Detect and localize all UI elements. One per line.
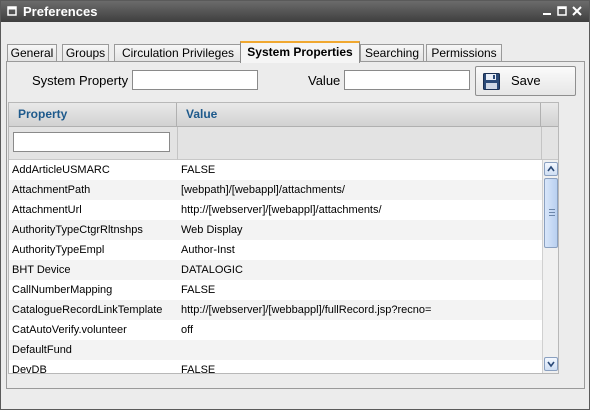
property-filter-input[interactable] bbox=[13, 132, 170, 152]
table-header: Property Value bbox=[9, 103, 558, 127]
value-label: Value bbox=[308, 73, 341, 88]
cell-property: AddArticleUSMARC bbox=[12, 164, 110, 176]
properties-table: Property Value AddArticleUSMARC FALSE Att… bbox=[8, 102, 559, 374]
table-row[interactable]: AuthorityTypeCtgrRltnshps Web Display bbox=[9, 220, 542, 240]
vertical-scrollbar[interactable] bbox=[542, 160, 558, 373]
tab-general[interactable]: General bbox=[7, 44, 57, 62]
cell-property: AttachmentUrl bbox=[12, 204, 82, 216]
close-icon[interactable] bbox=[571, 5, 583, 17]
filter-divider bbox=[177, 127, 178, 160]
system-property-input[interactable] bbox=[132, 70, 258, 90]
table-row[interactable]: BHT Device DATALOGIC bbox=[9, 260, 542, 280]
table-body: AddArticleUSMARC FALSE AttachmentPath [web… bbox=[9, 160, 542, 374]
cell-value: [webpath]/[webappl]/attachments/ bbox=[181, 184, 345, 196]
cell-property: CatalogueRecordLinkTemplate bbox=[12, 304, 163, 316]
cell-value: FALSE bbox=[181, 164, 216, 176]
cell-property: BHT Device bbox=[12, 264, 71, 276]
cell-property: CallNumberMapping bbox=[12, 284, 113, 296]
cell-property: DefaultFund bbox=[12, 344, 72, 356]
value-input[interactable] bbox=[344, 70, 470, 90]
table-row[interactable]: AttachmentUrl http://[webserver]/[webappl… bbox=[9, 200, 542, 220]
cell-value: http://[webserver]/[webbappl]/fullRecord… bbox=[181, 304, 432, 316]
chevron-up-icon[interactable] bbox=[544, 162, 558, 176]
grip-line bbox=[549, 209, 555, 210]
table-row[interactable]: AddArticleUSMARC FALSE bbox=[9, 160, 542, 180]
save-button-label: Save bbox=[511, 73, 541, 88]
filter-row bbox=[9, 127, 558, 160]
cell-value: http://[webserver]/[webappl]/attachments… bbox=[181, 204, 382, 216]
system-property-label: System Property bbox=[32, 73, 129, 88]
grip-line bbox=[549, 215, 555, 216]
cell-property: CatAutoVerify.volunteer bbox=[12, 324, 127, 336]
cell-value: FALSE bbox=[181, 284, 216, 296]
cell-value: off bbox=[181, 324, 194, 336]
maximize-icon[interactable] bbox=[556, 5, 568, 17]
tab-permissions[interactable]: Permissions bbox=[426, 44, 502, 62]
cell-property: AuthorityTypeCtgrRltnshps bbox=[12, 224, 143, 236]
scrollbar-thumb[interactable] bbox=[544, 178, 558, 248]
tab-system-properties[interactable]: System Properties bbox=[240, 41, 360, 63]
column-header-value[interactable]: Value bbox=[177, 103, 541, 127]
cell-property: AttachmentPath bbox=[12, 184, 91, 196]
grip-line bbox=[549, 212, 555, 213]
table-row[interactable]: AuthorityTypeEmpl Author-Inst bbox=[9, 240, 542, 260]
cell-value: DATALOGIC bbox=[181, 264, 243, 276]
cell-property: AuthorityTypeEmpl bbox=[12, 244, 105, 256]
column-header-property[interactable]: Property bbox=[9, 103, 177, 127]
filter-divider bbox=[541, 127, 542, 160]
table-row[interactable]: DevDB FALSE bbox=[9, 360, 542, 374]
table-row[interactable]: AttachmentPath [webpath]/[webappl]/attach… bbox=[9, 180, 542, 200]
title-bar[interactable]: Preferences bbox=[1, 1, 589, 22]
floppy-disk-icon bbox=[483, 73, 500, 90]
table-row[interactable]: DefaultFund bbox=[9, 340, 542, 360]
window-icon bbox=[7, 6, 17, 16]
tab-searching[interactable]: Searching bbox=[360, 44, 424, 62]
table-row[interactable]: CatAutoVerify.volunteer off bbox=[9, 320, 542, 340]
window-title: Preferences bbox=[23, 4, 98, 19]
tab-groups[interactable]: Groups bbox=[62, 44, 109, 62]
table-row[interactable]: CallNumberMapping FALSE bbox=[9, 280, 542, 300]
cell-value: FALSE bbox=[181, 364, 216, 374]
minimize-icon[interactable] bbox=[541, 5, 553, 17]
cell-value: Author-Inst bbox=[181, 244, 235, 256]
tab-circulation-privileges[interactable]: Circulation Privileges bbox=[114, 44, 242, 62]
chevron-down-icon[interactable] bbox=[544, 357, 558, 371]
preferences-window: Preferences General Groups Circulation P… bbox=[0, 0, 590, 410]
save-button[interactable]: Save bbox=[475, 66, 576, 96]
table-row[interactable]: CatalogueRecordLinkTemplate http://[webse… bbox=[9, 300, 542, 320]
cell-value: Web Display bbox=[181, 224, 243, 236]
system-properties-panel: System Property Value Save Property Valu… bbox=[6, 61, 585, 389]
cell-property: DevDB bbox=[12, 364, 47, 374]
